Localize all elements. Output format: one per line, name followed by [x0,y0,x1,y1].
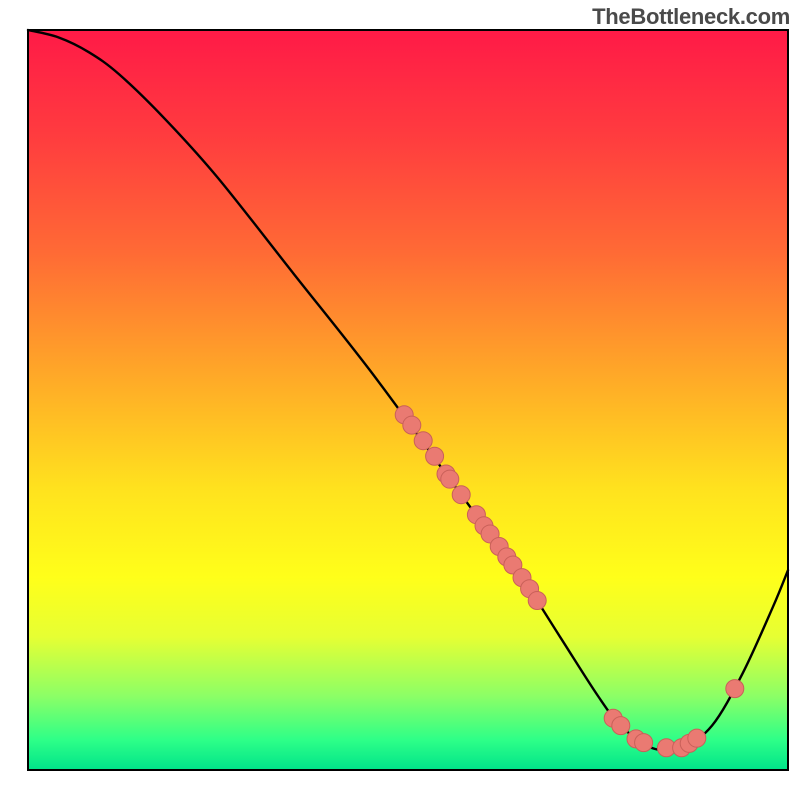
chart-frame: TheBottleneck.com [0,0,800,800]
data-point [635,734,653,752]
data-point [426,447,444,465]
bottleneck-chart [0,0,800,800]
data-point [441,470,459,488]
data-point [528,592,546,610]
data-point [414,432,432,450]
plot-background [28,30,788,770]
data-point [403,416,421,434]
data-point [688,729,706,747]
data-point [452,486,470,504]
data-point [726,680,744,698]
data-point [612,717,630,735]
